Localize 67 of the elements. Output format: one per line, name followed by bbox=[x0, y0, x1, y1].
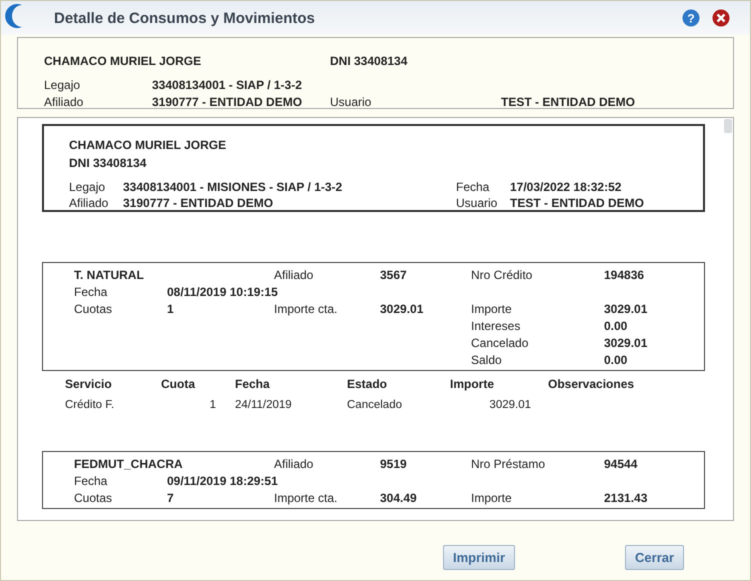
credit-title: FEDMUT_CHACRA bbox=[74, 456, 184, 472]
dni-value: DNI 33408134 bbox=[69, 155, 148, 172]
field-label: Afiliado bbox=[69, 195, 110, 210]
field-value: 3567 bbox=[380, 267, 408, 283]
field-label: Importe bbox=[471, 301, 513, 317]
column-header: Importe bbox=[450, 376, 496, 393]
field-value: 3190777 - ENTIDAD DEMO bbox=[123, 195, 274, 210]
window-title: Detalle de Consumos y Movimientos bbox=[54, 8, 315, 29]
field-value: 3190777 - ENTIDAD DEMO bbox=[152, 94, 304, 110]
field-value: 9519 bbox=[380, 456, 408, 472]
person-name: CHAMACO MURIEL JORGE bbox=[69, 137, 228, 154]
field-value: 33408134001 - MISIONES - SIAP / 1-3-2 bbox=[123, 179, 344, 194]
field-label: Afiliado bbox=[44, 94, 84, 110]
person-name: CHAMACO MURIEL JORGE bbox=[44, 53, 202, 70]
column-header: Observaciones bbox=[548, 376, 636, 393]
field-value: 7 bbox=[167, 490, 175, 506]
field-label: Usuario bbox=[330, 94, 372, 110]
field-value: TEST - ENTIDAD DEMO bbox=[510, 195, 644, 210]
field-value: 08/11/2019 10:19:15 bbox=[167, 284, 279, 300]
field-value: 3029.01 bbox=[604, 301, 648, 317]
field-value: 0.00 bbox=[604, 352, 628, 368]
field-value: 33408134001 - SIAP / 1-3-2 bbox=[152, 77, 302, 93]
table-cell-text: Crédito F. bbox=[65, 398, 116, 413]
field-value: 3029.01 bbox=[380, 301, 424, 317]
field-value: TEST - ENTIDAD DEMO bbox=[501, 94, 635, 110]
help-icon[interactable]: ? bbox=[682, 9, 700, 27]
scrollbar-thumb[interactable] bbox=[724, 119, 732, 133]
column-header: Fecha bbox=[235, 376, 271, 393]
field-label: Intereses bbox=[471, 318, 522, 334]
field-label: Fecha bbox=[456, 179, 490, 194]
field-label: Importe bbox=[471, 490, 513, 506]
field-label: Saldo bbox=[471, 352, 503, 368]
field-value: 94544 bbox=[604, 456, 638, 472]
field-label: Legajo bbox=[44, 77, 82, 93]
column-header: Cuota bbox=[161, 376, 196, 393]
dni-value: DNI 33408134 bbox=[330, 53, 408, 70]
field-label: Usuario bbox=[456, 195, 498, 210]
field-label: Fecha bbox=[74, 284, 108, 300]
field-value: 2131.43 bbox=[604, 490, 648, 506]
field-label: Cuotas bbox=[74, 301, 114, 317]
field-label: Legajo bbox=[69, 179, 106, 194]
field-value: 09/11/2019 18:29:51 bbox=[167, 473, 279, 489]
field-label: Importe cta. bbox=[274, 301, 338, 317]
column-header: Estado bbox=[347, 376, 388, 393]
field-label: Nro Crédito bbox=[471, 267, 534, 283]
close-icon[interactable] bbox=[712, 9, 730, 27]
table-cell-text: Cancelado bbox=[347, 398, 403, 413]
dialog-button[interactable]: Cerrar bbox=[625, 545, 684, 570]
field-value: 3029.01 bbox=[604, 335, 648, 351]
field-value: 194836 bbox=[604, 267, 646, 283]
field-label: Fecha bbox=[74, 473, 108, 489]
field-label: Cuotas bbox=[74, 490, 114, 506]
field-value: 1 bbox=[167, 301, 175, 317]
table-cell-text: 24/11/2019 bbox=[235, 398, 293, 413]
table-cell-text: 3029.01 bbox=[488, 398, 532, 413]
field-label: Afiliado bbox=[274, 267, 314, 283]
dialog-button[interactable]: Imprimir bbox=[443, 545, 516, 570]
field-label: Nro Préstamo bbox=[471, 456, 546, 472]
table-cell-text: 1 bbox=[208, 398, 217, 413]
field-value: 304.49 bbox=[380, 490, 418, 506]
field-label: Importe cta. bbox=[274, 490, 338, 506]
field-label: Afiliado bbox=[274, 456, 314, 472]
field-value: 17/03/2022 18:32:52 bbox=[510, 179, 622, 194]
column-header: Servicio bbox=[65, 376, 113, 393]
field-label: Cancelado bbox=[471, 335, 530, 351]
credit-title: T. NATURAL bbox=[74, 267, 145, 283]
field-value: 0.00 bbox=[604, 318, 628, 334]
